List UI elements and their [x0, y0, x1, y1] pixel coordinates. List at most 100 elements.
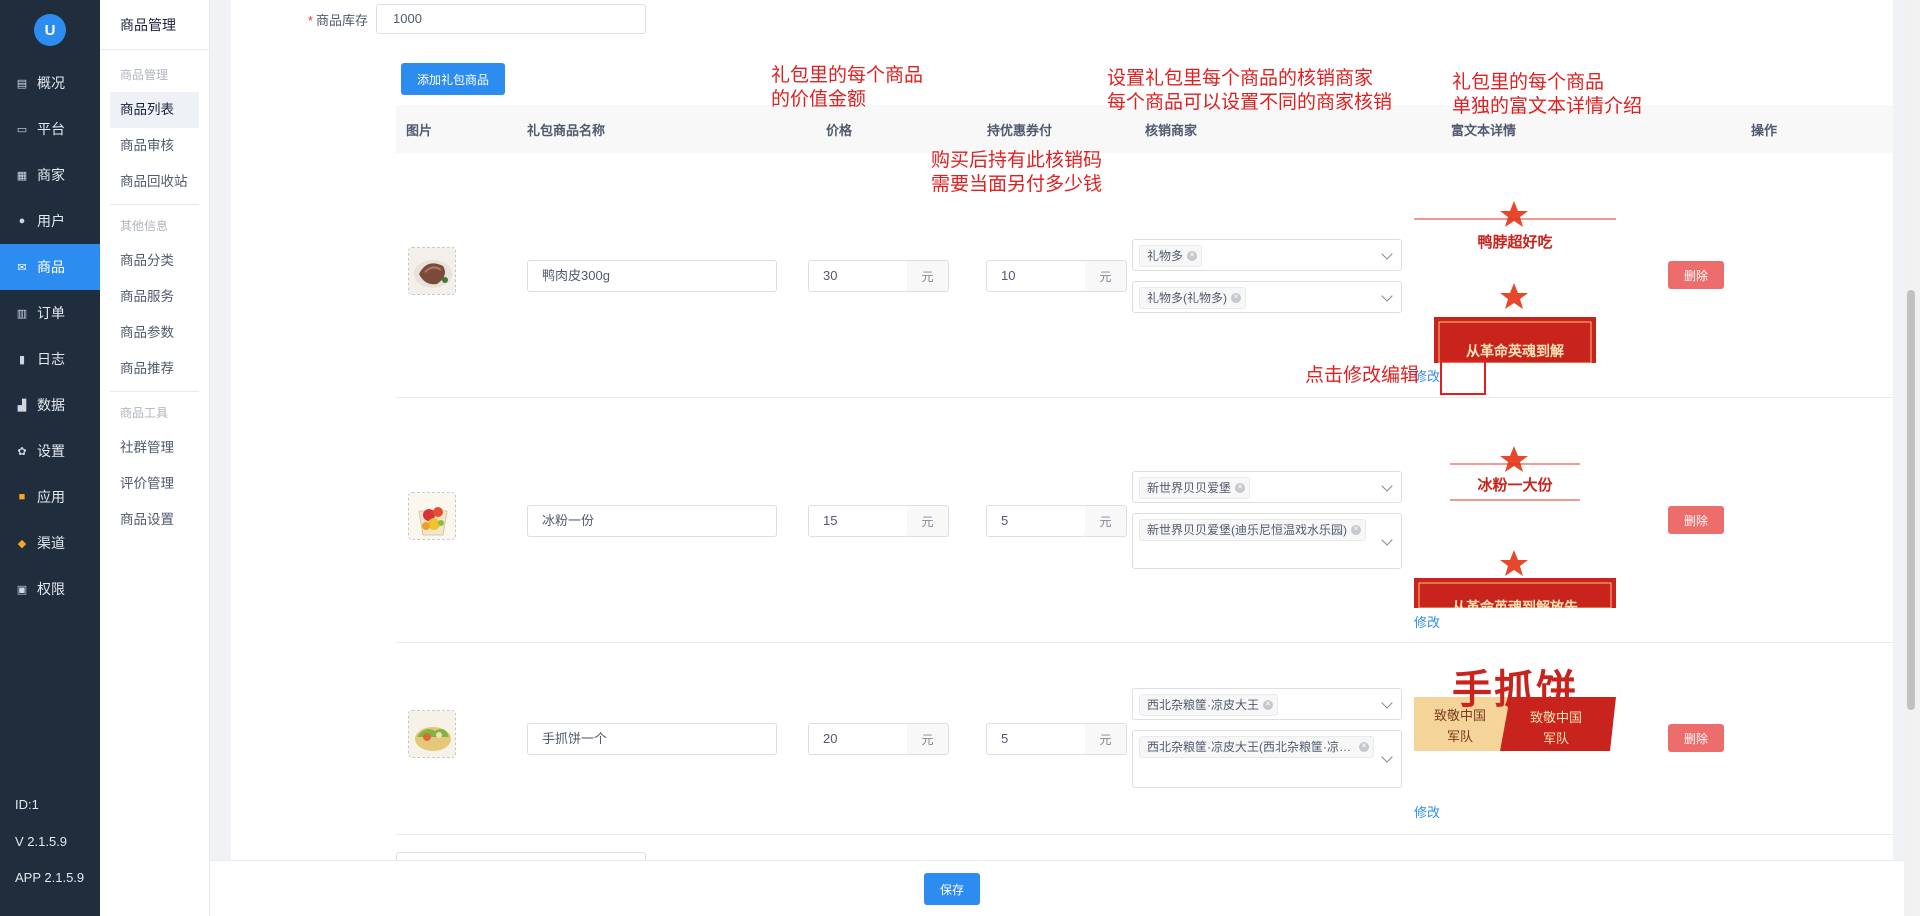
table-row: 鸭肉皮300g 30 元 10 元 礼物多 ✕ 礼物多(礼物多) ✕ 鸭脖超好吃 从… — [396, 153, 1893, 398]
edit-rich-text-link[interactable]: 修改 — [1414, 612, 1440, 631]
nav-item-data[interactable]: ▟ 数据 — [0, 382, 100, 428]
price-input[interactable]: 20 — [808, 723, 908, 755]
tag-close-icon[interactable]: ✕ — [1359, 742, 1369, 752]
goods-name-input[interactable]: 鸭肉皮300g — [527, 260, 777, 292]
rich-text-poster — [1414, 201, 1616, 363]
price-unit: 元 — [907, 260, 949, 292]
bottom-action-bar: 保存 — [210, 860, 1910, 916]
submenu-item-goods-review[interactable]: 商品审核 — [110, 128, 199, 164]
chevron-down-icon — [1381, 751, 1393, 763]
store-select[interactable]: 礼物多(礼物多) ✕ — [1132, 281, 1402, 313]
nav-item-goods[interactable]: ✉ 商品 — [0, 244, 100, 290]
user-icon: ● — [18, 215, 26, 227]
tag-close-icon[interactable]: ✕ — [1187, 251, 1198, 261]
price-input[interactable]: 15 — [808, 505, 908, 537]
add-gift-goods-button[interactable]: 添加礼包商品 — [401, 63, 505, 95]
submenu-item-recommend[interactable]: 商品推荐 — [110, 351, 199, 387]
data-icon: ▟ — [17, 399, 27, 412]
nav-item-apps[interactable]: ■ 应用 — [0, 474, 100, 520]
nav-item-merchant[interactable]: ▦ 商家 — [0, 152, 100, 198]
submenu-item-goods-list[interactable]: 商品列表 — [110, 92, 199, 128]
coupon-unit: 元 — [1085, 505, 1127, 537]
rich-text-banner: 从革命英魂到解 — [1466, 343, 1564, 359]
goods-thumbnail — [408, 492, 456, 540]
store-select[interactable]: 西北杂粮筐·凉皮大王(西北杂粮筐·凉皮大王) ✕ — [1132, 730, 1402, 788]
submenu-item-recycle-bin[interactable]: 商品回收站 — [110, 164, 199, 200]
rich-text-banner: 从革命英魂到解放先 — [1452, 599, 1578, 608]
save-button[interactable]: 保存 — [924, 873, 980, 905]
col-header-image: 图片 — [406, 122, 433, 138]
chart-icon: ▤ — [16, 77, 28, 90]
nav-item-log[interactable]: ▮ 日志 — [0, 336, 100, 382]
delete-button[interactable]: 删除 — [1668, 506, 1724, 534]
col-header-rich-detail: 富文本详情 — [1451, 122, 1517, 138]
scrollbar-thumb[interactable] — [1907, 290, 1915, 710]
annotation-highlight-box — [1440, 360, 1486, 395]
submenu-item-category[interactable]: 商品分类 — [110, 243, 199, 279]
coupon-unit: 元 — [1085, 723, 1127, 755]
goods-thumbnail — [408, 247, 456, 295]
tag-close-icon[interactable]: ✕ — [1351, 525, 1361, 535]
delete-button[interactable]: 删除 — [1668, 724, 1724, 752]
submenu-group-label: 商品管理 — [120, 68, 169, 82]
chevron-down-icon — [1381, 248, 1393, 260]
nav-item-permission[interactable]: ▣ 权限 — [0, 566, 100, 612]
submenu-divider — [110, 204, 199, 205]
food-image-icon — [409, 493, 455, 539]
annotation-rich-text: 礼包里的每个商品 单独的富文本详情介绍 — [1452, 72, 1643, 117]
goods-name-input[interactable]: 手抓饼一个 — [527, 723, 777, 755]
annotation-price: 礼包里的每个商品 的价值金额 — [771, 65, 924, 110]
merchant-select[interactable]: 西北杂粮筐·凉皮大王 ✕ — [1132, 688, 1402, 720]
rich-text-subtitle: 致敬中国军队 — [1529, 710, 1582, 746]
page-scrollbar[interactable] — [1904, 0, 1918, 916]
submenu-item-reviews[interactable]: 评价管理 — [110, 466, 199, 502]
web-version: V 2.1.5.9 — [15, 834, 68, 849]
tag-close-icon[interactable]: ✕ — [1235, 483, 1246, 493]
submenu-item-service[interactable]: 商品服务 — [110, 279, 199, 315]
merchant-select[interactable]: 新世界贝贝爱堡 ✕ — [1132, 471, 1402, 503]
log-icon: ▮ — [18, 353, 26, 366]
edit-rich-text-link[interactable]: 修改 — [1414, 802, 1440, 821]
merchant-tag: 新世界贝贝爱堡 ✕ — [1139, 477, 1251, 499]
coupon-input[interactable]: 5 — [986, 505, 1086, 537]
main-nav: ▤ 概况 ▭ 平台 ▦ 商家 ● 用户 ✉ 商品 ▥ 订单 ▮ 日志 ▟ 数据 ✿ 设置 ■ 应用 … — [0, 60, 100, 612]
nav-item-user[interactable]: ● 用户 — [0, 198, 100, 244]
price-input[interactable]: 30 — [808, 260, 908, 292]
col-header-price: 价格 — [826, 122, 853, 138]
col-header-coupon: 持优惠券付 — [987, 122, 1053, 138]
annotation-edit: 点击修改编辑 — [1305, 365, 1420, 386]
stock-label: * 商品库存 — [307, 12, 368, 28]
nav-item-platform[interactable]: ▭ 平台 — [0, 106, 100, 152]
nav-item-overview[interactable]: ▤ 概况 — [0, 60, 100, 106]
coupon-input[interactable]: 5 — [986, 723, 1086, 755]
store-icon: ▦ — [16, 169, 28, 182]
order-icon: ▥ — [16, 307, 28, 320]
submenu-item-community[interactable]: 社群管理 — [110, 430, 199, 466]
lock-icon: ▣ — [16, 583, 28, 596]
chevron-down-icon — [1381, 480, 1393, 492]
tag-close-icon[interactable]: ✕ — [1263, 700, 1273, 710]
rich-text-poster — [1414, 446, 1616, 608]
goods-name-input[interactable]: 冰粉一份 — [527, 505, 777, 537]
app-logo: U — [34, 14, 66, 46]
gear-icon: ✿ — [17, 445, 27, 458]
rich-text-title: 鸭脖超好吃 — [1477, 234, 1553, 251]
coupon-input[interactable]: 10 — [986, 260, 1086, 292]
nav-item-settings[interactable]: ✿ 设置 — [0, 428, 100, 474]
stock-form-row: * 商品库存 1000 — [231, 4, 646, 34]
nav-item-order[interactable]: ▥ 订单 — [0, 290, 100, 336]
tag-close-icon[interactable]: ✕ — [1231, 293, 1241, 303]
app-version: APP 2.1.5.9 — [15, 870, 85, 885]
nav-item-channel[interactable]: ◆ 渠道 — [0, 520, 100, 566]
user-id: ID:1 — [15, 797, 39, 812]
merchant-select[interactable]: 礼物多 ✕ — [1132, 239, 1402, 271]
price-unit: 元 — [907, 505, 949, 537]
submenu-item-goods-settings[interactable]: 商品设置 — [110, 502, 199, 538]
col-header-action: 操作 — [1751, 122, 1778, 138]
submenu-item-params[interactable]: 商品参数 — [110, 315, 199, 351]
store-select[interactable]: 新世界贝贝爱堡(迪乐尼恒温戏水乐园) ✕ — [1132, 513, 1402, 569]
merchant-tag: 西北杂粮筐·凉皮大王 ✕ — [1139, 694, 1278, 716]
delete-button[interactable]: 删除 — [1668, 261, 1724, 289]
stock-input[interactable]: 1000 — [376, 4, 646, 34]
table-row: 手抓饼一个 20 元 5 元 西北杂粮筐·凉皮大王 ✕ 西北杂粮筐·凉皮大王(西北… — [396, 643, 1893, 835]
